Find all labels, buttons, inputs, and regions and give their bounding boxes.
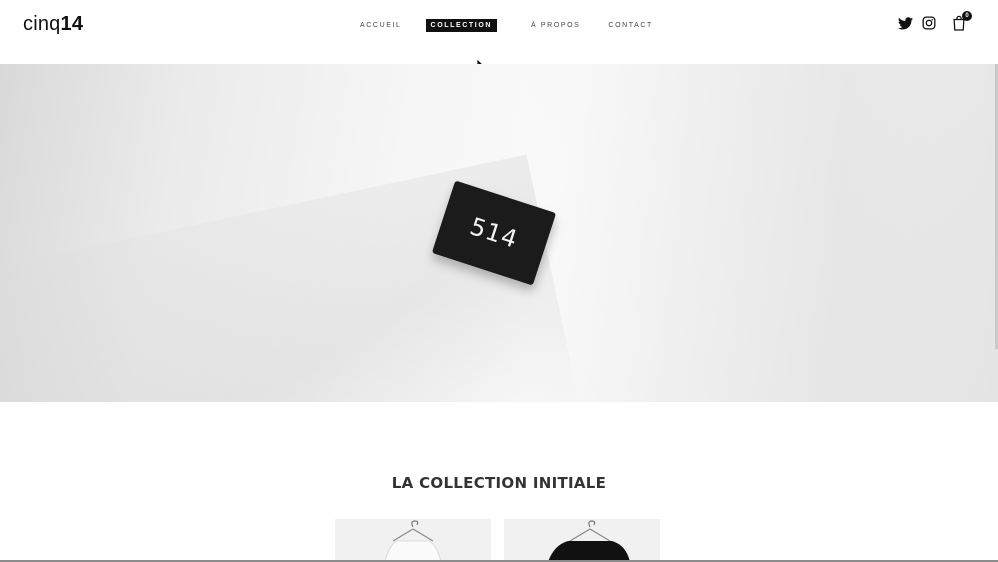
twitter-icon[interactable] — [896, 14, 914, 32]
cart-button[interactable]: 0 — [950, 11, 972, 32]
product-card[interactable] — [504, 519, 660, 562]
clothing-tag-text: 514 — [466, 212, 522, 254]
section-title: LA COLLECTION INITIALE — [391, 474, 607, 492]
white-shirt-image — [335, 519, 491, 562]
product-card[interactable] — [335, 519, 491, 562]
logo-text-light: cinq — [23, 13, 61, 35]
logo-text-bold: 14 — [60, 13, 84, 35]
nav-item-a-propos[interactable]: À PROPOS — [527, 20, 584, 31]
site-logo[interactable]: cinq14 — [23, 13, 83, 36]
black-shirt-image — [504, 519, 660, 562]
nav-item-accueil[interactable]: ACCUEIL — [356, 20, 406, 31]
nav-item-collection[interactable]: COLLECTION — [425, 18, 498, 32]
fabric-fold — [520, 64, 980, 402]
cart-count-badge: 0 — [962, 11, 972, 21]
main-nav: ACCUEIL COLLECTION À PROPOS CONTACT — [356, 18, 677, 32]
hero-image: 514 — [0, 64, 998, 402]
fabric-fold — [0, 154, 581, 402]
header-icons: 0 — [890, 11, 972, 32]
nav-item-contact[interactable]: CONTACT — [604, 20, 657, 31]
site-header: cinq14 ACCUEIL COLLECTION À PROPOS CONTA… — [0, 0, 998, 64]
instagram-icon[interactable] — [920, 14, 938, 32]
